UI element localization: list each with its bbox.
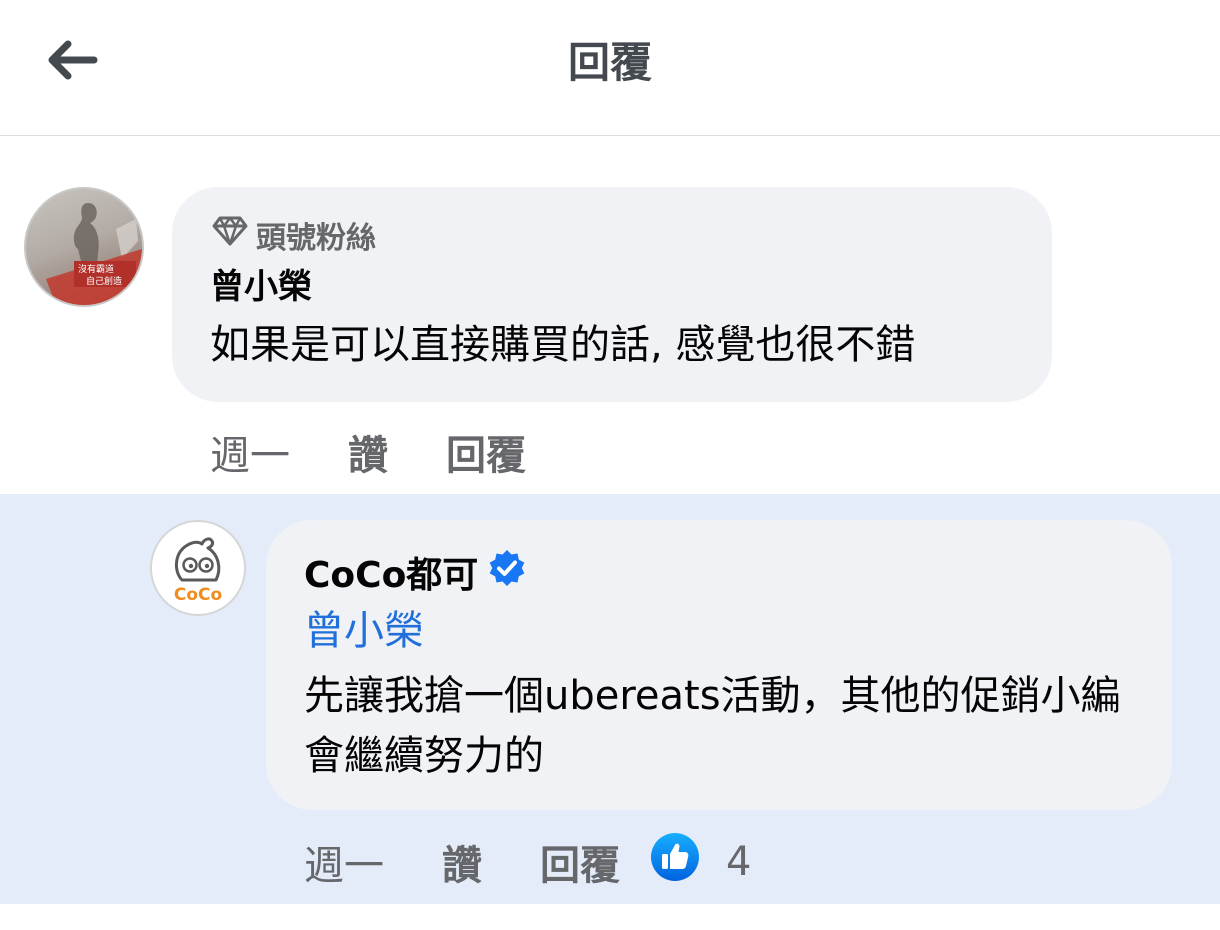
reply-actions: 週一 讚 回覆 4 xyxy=(304,832,751,892)
reply-timestamp[interactable]: 週一 xyxy=(304,833,384,891)
like-reaction-icon xyxy=(650,832,700,892)
like-button[interactable]: 讚 xyxy=(348,423,388,481)
reply-author-name: CoCo都可 xyxy=(304,555,479,596)
reply-button[interactable]: 回覆 xyxy=(446,423,526,481)
commenter-avatar[interactable]: 沒有霸道 自己創造 xyxy=(24,187,144,307)
reply-button[interactable]: 回覆 xyxy=(540,833,620,891)
reaction-count: 4 xyxy=(726,839,752,885)
reply-author[interactable]: CoCo都可 xyxy=(304,546,526,598)
like-button[interactable]: 讚 xyxy=(442,833,482,891)
reaction-summary[interactable]: 4 xyxy=(650,832,751,892)
svg-text:沒有霸道: 沒有霸道 xyxy=(78,263,114,275)
comment-author[interactable]: 曾小榮 xyxy=(210,264,312,310)
coco-logo-text: CoCo xyxy=(174,585,222,605)
page-title: 回覆 xyxy=(567,38,652,87)
top-fan-badge: 頭號粉絲 xyxy=(212,214,376,256)
mention-link[interactable]: 曾小榮 xyxy=(304,604,424,658)
verified-badge-icon xyxy=(478,549,526,596)
badge-label: 頭號粉絲 xyxy=(256,221,376,256)
comment-timestamp[interactable]: 週一 xyxy=(210,423,290,481)
diamond-icon xyxy=(212,215,256,255)
comment-actions: 週一 讚 回覆 xyxy=(210,424,526,480)
svg-text:自己創造: 自己創造 xyxy=(86,275,122,287)
comment-text: 如果是可以直接購買的話, 感覺也很不錯 xyxy=(210,322,916,368)
header-bar: 回覆 xyxy=(0,0,1220,136)
reply-text: 先讓我搶一個ubereats活動，其他的促銷小編會繼續努力的 xyxy=(304,673,1121,779)
page-avatar[interactable]: CoCo xyxy=(150,520,246,616)
